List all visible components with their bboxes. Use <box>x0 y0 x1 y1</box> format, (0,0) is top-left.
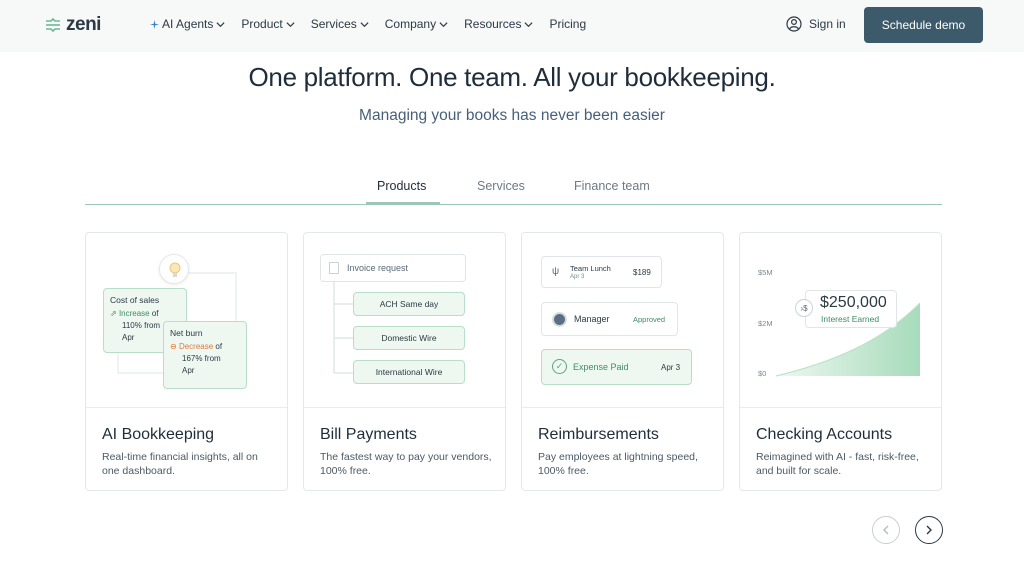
payment-option-ach: ACH Same day <box>353 292 465 316</box>
chevron-left-icon <box>883 525 889 535</box>
net-burn-title: Net burn <box>170 328 203 338</box>
expense-paid-label: Expense Paid <box>573 362 629 372</box>
payment-option-domestic-wire: Domestic Wire <box>353 326 465 350</box>
menu-services[interactable]: Services <box>311 17 369 31</box>
team-lunch-card: ψ Team Lunch Apr 3 $189 <box>541 256 662 288</box>
card-description: Pay employees at lightning speed, 100% f… <box>538 451 698 477</box>
card-description: The fastest way to pay your vendors, 100… <box>320 451 492 477</box>
hero-title: One platform. One team. All your bookkee… <box>248 62 776 92</box>
menu-label: Resources <box>464 17 522 31</box>
menu-ai-agents[interactable]: AI Agents <box>150 17 225 31</box>
product-tabs: Products Services Finance team <box>85 170 942 205</box>
fork-knife-icon: ψ <box>552 266 560 277</box>
tab-products[interactable]: Products <box>377 179 426 193</box>
team-lunch-amount: $189 <box>633 268 651 277</box>
chevron-down-icon <box>216 21 225 27</box>
card-title: AI Bookkeeping <box>102 426 215 443</box>
tab-services[interactable]: Services <box>477 179 525 193</box>
document-icon <box>329 262 339 274</box>
dollar-arrow-icon: ›$ <box>795 299 813 317</box>
logo-text: zeni <box>66 14 101 35</box>
chevron-down-icon <box>360 21 369 27</box>
avatar <box>552 312 567 327</box>
menu-company[interactable]: Company <box>385 17 448 31</box>
main-menu: AI Agents Product Services Company Resou… <box>150 17 586 31</box>
card-title: Bill Payments <box>320 426 417 443</box>
invoice-request-label: Invoice request <box>347 263 409 273</box>
decrease-label: Decrease <box>178 342 214 351</box>
expense-paid-date: Apr 3 <box>661 363 681 372</box>
reimbursements-visual: ψ Team Lunch Apr 3 $189 Manager Approved… <box>522 233 723 408</box>
active-tab-indicator <box>366 202 440 205</box>
logo-icon <box>46 17 60 33</box>
sparkle-icon <box>150 19 159 29</box>
team-lunch-label: Team Lunch <box>570 264 611 273</box>
cost-of-sales-title: Cost of sales <box>110 295 160 305</box>
sign-in-label: Sign in <box>809 17 846 31</box>
interest-amount: $250,000 <box>820 294 887 311</box>
chevron-right-icon <box>926 525 932 535</box>
bill-payments-visual: Invoice request ACH Same day Domestic Wi… <box>304 233 505 408</box>
menu-label: AI Agents <box>162 17 214 31</box>
menu-product[interactable]: Product <box>241 17 295 31</box>
schedule-demo-button[interactable]: Schedule demo <box>864 7 983 43</box>
check-circle-icon: ✓ <box>552 359 567 374</box>
team-lunch-date: Apr 3 <box>570 274 585 280</box>
card-description: Real-time financial insights, all on one… <box>102 451 258 477</box>
menu-resources[interactable]: Resources <box>464 17 533 31</box>
interest-earned-label: Interest Earned <box>821 314 880 324</box>
menu-label: Product <box>241 17 283 31</box>
carousel-prev-button[interactable] <box>872 516 900 544</box>
card-reimbursements[interactable]: ψ Team Lunch Apr 3 $189 Manager Approved… <box>521 232 724 491</box>
chevron-down-icon <box>524 21 533 27</box>
menu-label: Company <box>384 17 437 31</box>
checking-accounts-visual: $5M $2M $0 $250,000 Interest Earned ›$ <box>740 233 941 408</box>
top-nav: zeni AI Agents Product Services Company … <box>0 0 1024 52</box>
net-burn-change: 167% from <box>182 354 221 363</box>
card-description: Reimagined with AI - fast, risk-free, an… <box>756 451 919 477</box>
interest-earned-card: $250,000 Interest Earned <box>805 290 897 328</box>
card-checking-accounts[interactable]: $5M $2M $0 $250,000 Interest Earned ›$ C… <box>739 232 942 491</box>
tab-finance-team[interactable]: Finance team <box>574 179 650 193</box>
of-label: of <box>151 309 159 318</box>
approved-status: Approved <box>633 315 666 324</box>
net-burn-card: Net burn ⊖ Decrease of 167% from Apr <box>163 321 247 389</box>
chevron-down-icon <box>286 21 295 27</box>
lightbulb-icon <box>159 254 189 284</box>
card-title: Reimbursements <box>538 426 659 443</box>
manager-label: Manager <box>574 314 610 324</box>
sign-in-link[interactable]: Sign in <box>786 16 846 32</box>
expense-paid-card: ✓ Expense Paid Apr 3 <box>541 349 692 385</box>
increase-label: Increase <box>118 309 150 318</box>
invoice-request-card: Invoice request <box>320 254 466 282</box>
user-icon <box>786 16 802 32</box>
logo[interactable]: zeni <box>45 14 101 36</box>
menu-pricing[interactable]: Pricing <box>549 17 586 31</box>
card-title: Checking Accounts <box>756 426 893 443</box>
menu-label: Services <box>310 17 357 31</box>
menu-label: Pricing <box>549 17 587 31</box>
net-burn-month: Apr <box>182 366 195 375</box>
increase-icon: ⇗ <box>110 309 119 318</box>
hero-subtitle: Managing your books has never been easie… <box>359 107 665 124</box>
payment-option-international-wire: International Wire <box>353 360 465 384</box>
decrease-icon: ⊖ <box>170 342 179 351</box>
card-ai-bookkeeping[interactable]: Cost of sales ⇗ Increase of 110% from Ap… <box>85 232 288 491</box>
carousel-next-button[interactable] <box>915 516 943 544</box>
card-bill-payments[interactable]: Invoice request ACH Same day Domestic Wi… <box>303 232 506 491</box>
chevron-down-icon <box>439 21 448 27</box>
ai-bookkeeping-visual: Cost of sales ⇗ Increase of 110% from Ap… <box>86 233 287 408</box>
of-label: of <box>215 342 223 351</box>
manager-approval-card: Manager Approved <box>541 302 678 336</box>
